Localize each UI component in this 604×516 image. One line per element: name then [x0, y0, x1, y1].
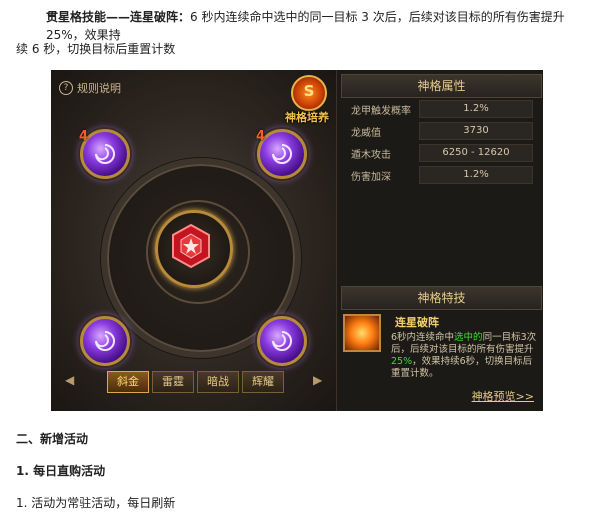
attribute-value: 1.2% — [419, 100, 533, 118]
rules-link[interactable]: ? 规则说明 — [59, 80, 121, 96]
swirl-icon — [272, 331, 292, 351]
info-panel: 神格属性 龙甲触发概率 1.2% 龙威值 3730 遁木攻击 6250 - 12… — [336, 70, 543, 411]
orb-top-left[interactable]: 4 — [79, 129, 130, 179]
attribute-value: 1.2% — [419, 166, 533, 184]
intro-title: 贯星格技能——连星破阵： — [46, 10, 191, 24]
attribute-name: 遁木攻击 — [351, 150, 391, 161]
intro-line-1: 贯星格技能——连星破阵：6 秒内连续命中选中的同一目标 3 次后，后续对该目标的… — [16, 8, 594, 44]
intro-line-2: 续 6 秒，切换目标后重置计数 — [16, 42, 176, 56]
attribute-name: 伤害加深 — [351, 172, 391, 183]
attribute-row: 遁木攻击 6250 - 12620 — [351, 144, 536, 162]
swirl-icon — [95, 144, 115, 164]
game-screenshot: ? 规则说明 S 神格培养 4 4 ◀ ▶ 斜金 雷霆 暗战 辉耀 神格属性 龙… — [51, 70, 543, 411]
orb-bottom-right[interactable] — [257, 316, 307, 366]
next-arrow-icon[interactable]: ▶ — [313, 373, 322, 387]
tab-3[interactable]: 辉耀 — [242, 371, 284, 393]
divine-panel: ? 规则说明 S 神格培养 4 4 ◀ ▶ 斜金 雷霆 暗战 辉耀 — [51, 70, 336, 411]
desc-part: ，效果持续6秒，切换目标后重置计数。 — [391, 356, 533, 379]
cultivate-badge[interactable]: S 神格培养 — [279, 75, 335, 127]
prev-arrow-icon[interactable]: ◀ — [65, 373, 74, 387]
tab-0[interactable]: 斜金 — [107, 371, 149, 393]
attribute-row: 龙甲触发概率 1.2% — [351, 100, 536, 118]
attribute-value: 6250 - 12620 — [419, 144, 533, 162]
help-icon: ? — [59, 81, 73, 95]
rules-label: 规则说明 — [77, 82, 121, 95]
skill-flame-icon[interactable] — [343, 314, 381, 352]
section-heading: 二、新增活动 — [16, 432, 89, 446]
orb-count: 4 — [79, 129, 89, 144]
desc-part: 6秒内连续命中 — [391, 332, 455, 343]
attribute-name: 龙甲触发概率 — [351, 106, 411, 117]
orb-bottom-left[interactable] — [80, 316, 130, 366]
subsection-heading: 1. 每日直购活动 — [16, 464, 106, 478]
orb-top-right[interactable]: 4 — [256, 129, 307, 179]
tab-2[interactable]: 暗战 — [197, 371, 239, 393]
attribute-value: 3730 — [419, 122, 533, 140]
fire-emblem-icon: S — [291, 75, 327, 111]
tab-1[interactable]: 雷霆 — [152, 371, 194, 393]
orb-count: 4 — [256, 129, 266, 144]
desc-highlight: 选中的 — [454, 332, 483, 343]
swirl-icon — [95, 331, 115, 351]
swirl-icon — [272, 144, 292, 164]
badge-label: 神格培养 — [285, 111, 329, 124]
skill-description: 6秒内连续命中选中的同一目标3次后，后续对该目标的所有伤害提升25%，效果持续6… — [391, 332, 541, 380]
preview-link[interactable]: 神格预览>> — [472, 388, 534, 404]
attributes-header: 神格属性 — [341, 74, 542, 98]
attribute-row: 龙威值 3730 — [351, 122, 536, 140]
skill-name: 连星破阵 — [395, 316, 439, 329]
skill-header: 神格特技 — [341, 286, 542, 310]
attribute-name: 龙威值 — [351, 128, 381, 139]
desc-highlight: 25% — [391, 356, 413, 367]
red-gem-icon[interactable] — [167, 222, 215, 270]
category-tabs: 斜金 雷霆 暗战 辉耀 — [107, 371, 284, 393]
list-item: 1. 活动为常驻活动，每日刷新 — [16, 496, 176, 510]
attribute-row: 伤害加深 1.2% — [351, 166, 536, 184]
